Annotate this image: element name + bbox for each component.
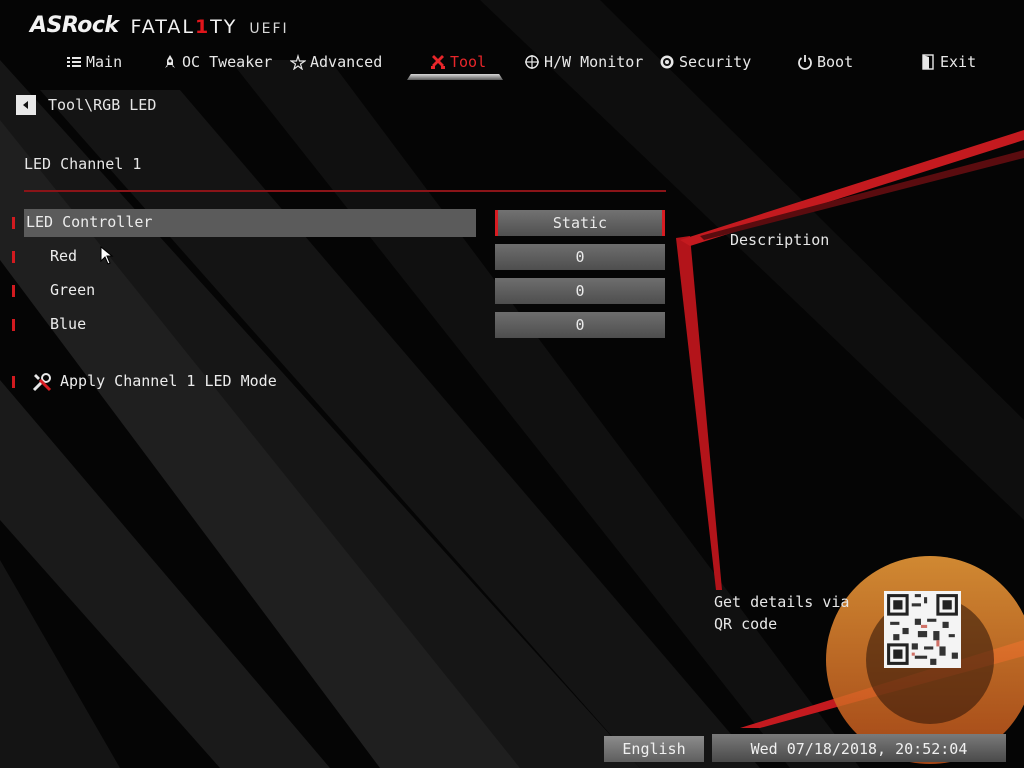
tools-icon (431, 55, 445, 69)
setting-green[interactable]: Green 0 (0, 277, 680, 305)
row-marker (12, 251, 15, 263)
tab-oc-tweaker[interactable]: OC Tweaker (162, 48, 272, 76)
shield-gear-icon (660, 55, 674, 69)
breadcrumb-path: Tool\RGB LED (48, 96, 157, 114)
star-icon (290, 54, 306, 70)
tab-label: H/W Monitor (544, 53, 644, 71)
tab-hw-monitor[interactable]: H/W Monitor (524, 48, 643, 76)
mouse-cursor-icon (100, 246, 114, 265)
tab-main[interactable]: Main (66, 48, 122, 76)
active-tab-indicator (407, 74, 503, 80)
brand-name: ASRock (30, 13, 119, 38)
exit-door-icon (922, 54, 934, 70)
power-icon (798, 55, 812, 70)
tab-label: Security (679, 53, 752, 71)
datetime-display: Wed 07/18/2018, 20:52:04 (712, 734, 1006, 762)
qr-hint-text: Get details via QR code (714, 593, 850, 633)
setting-label: LED Controller (26, 213, 153, 231)
row-marker (12, 285, 15, 297)
main-tabs: Main OC Tweaker Advanced Tool H/W Monito… (0, 48, 1024, 82)
back-button[interactable] (16, 95, 36, 115)
wrench-screwdriver-icon (31, 371, 53, 397)
tab-label: Boot (817, 53, 854, 71)
tab-label: Advanced (310, 53, 383, 71)
setting-label: Red (50, 247, 78, 265)
setting-led-controller[interactable]: LED Controller Static (0, 209, 680, 237)
list-icon (67, 57, 81, 67)
tab-label: OC Tweaker (182, 53, 273, 71)
language-button[interactable]: English (604, 736, 704, 762)
section-title: LED Channel 1 (24, 155, 142, 173)
tab-label: Exit (940, 53, 977, 71)
led-controller-value[interactable]: Static (495, 210, 665, 236)
red-value[interactable]: 0 (495, 244, 665, 270)
tab-exit[interactable]: Exit (920, 48, 976, 76)
section-divider (24, 190, 666, 192)
tab-advanced[interactable]: Advanced (290, 48, 382, 76)
tab-label: Tool (450, 53, 487, 71)
apply-led-mode-item[interactable]: Apply Channel 1 LED Mode (0, 368, 680, 396)
setting-blue[interactable]: Blue 0 (0, 311, 680, 339)
tab-label: Main (86, 53, 123, 71)
setting-label: Green (50, 281, 96, 299)
green-value[interactable]: 0 (495, 278, 665, 304)
tab-tool[interactable]: Tool (430, 48, 486, 76)
description-title: Description (730, 231, 830, 249)
row-marker (12, 376, 15, 388)
tab-security[interactable]: Security (659, 48, 751, 76)
row-marker (12, 217, 15, 229)
rocket-icon (165, 55, 175, 68)
crosshair-icon (525, 55, 539, 69)
series-logo: FATAL1TY (130, 16, 238, 38)
breadcrumb: Tool\RGB LED (16, 94, 156, 116)
row-marker (12, 319, 15, 331)
brand-logo: ASRock FATAL1TY UEFI (30, 10, 289, 38)
back-arrow-icon (23, 101, 28, 109)
tab-boot[interactable]: Boot (797, 48, 853, 76)
blue-value[interactable]: 0 (495, 312, 665, 338)
uefi-label: UEFI (249, 21, 289, 37)
apply-label: Apply Channel 1 LED Mode (60, 372, 277, 390)
setting-label: Blue (50, 315, 87, 333)
qr-code (884, 591, 961, 668)
